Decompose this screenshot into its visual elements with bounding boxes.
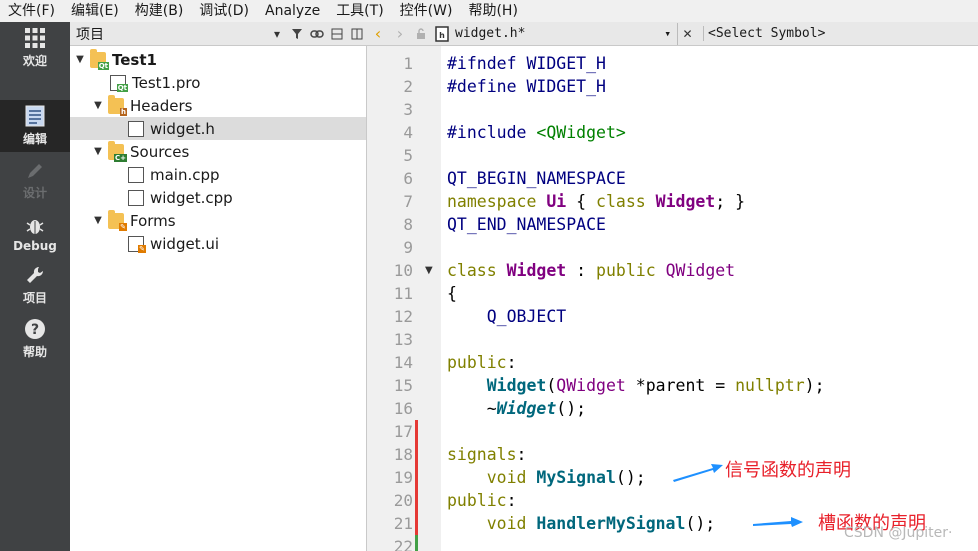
- filter-icon[interactable]: [287, 23, 307, 45]
- menu-build[interactable]: 构建(B): [127, 0, 192, 22]
- project-folder-icon: Qt: [90, 48, 109, 70]
- watermark: CSDN @Jupiter·: [844, 525, 953, 541]
- project-panel-toolbar: 项目 ▾: [70, 22, 367, 46]
- dropdown-icon[interactable]: ▾: [664, 27, 671, 40]
- menu-tools[interactable]: 工具(T): [328, 0, 391, 22]
- bug-icon: [26, 219, 44, 234]
- forward-arrow-icon[interactable]: ›: [389, 24, 411, 43]
- document-icon: [25, 105, 45, 127]
- dropdown-icon[interactable]: ▾: [267, 23, 287, 45]
- editor-toolbar: ‹ › h widget.h* ▾ ✕ <Select Symbol>: [367, 22, 978, 46]
- signal-annotation: 信号函数的声明: [725, 460, 851, 481]
- tree-item-headers[interactable]: ▼ h Headers: [70, 94, 366, 117]
- lock-icon: [411, 23, 431, 45]
- symbol-combo[interactable]: <Select Symbol>: [703, 26, 825, 41]
- wrench-icon: [27, 266, 44, 283]
- tree-item-label: main.cpp: [150, 165, 220, 184]
- mode-help[interactable]: ? 帮助: [0, 313, 70, 365]
- menu-debug[interactable]: 调试(D): [191, 0, 257, 22]
- tree-item-sources[interactable]: ▼ C+ Sources: [70, 140, 366, 163]
- mode-sidebar: 欢迎 编辑 设计 Debug 项目 ? 帮助: [0, 22, 70, 551]
- tree-item-forms[interactable]: ▼ ✎ Forms: [70, 209, 366, 232]
- sources-folder-icon: C+: [108, 140, 127, 162]
- svg-text:h: h: [439, 31, 445, 40]
- menu-controls[interactable]: 控件(W): [392, 0, 461, 22]
- menu-edit[interactable]: 编辑(E): [63, 0, 127, 22]
- mode-projects[interactable]: 项目: [0, 260, 70, 312]
- tree-item-label: Headers: [130, 96, 193, 115]
- tree-item-widget-h[interactable]: widget.h: [70, 117, 366, 140]
- split-icon[interactable]: [327, 23, 347, 45]
- tree-item-pro-file[interactable]: Qt Test1.pro: [70, 71, 366, 94]
- project-panel-title[interactable]: 项目: [76, 24, 267, 44]
- grid-icon: [25, 28, 45, 48]
- pencil-icon: [28, 164, 42, 178]
- chevron-down-icon[interactable]: ▼: [74, 54, 86, 65]
- tree-item-label: Sources: [130, 142, 190, 161]
- help-icon: ?: [25, 319, 45, 339]
- mode-design[interactable]: 设计: [0, 155, 70, 207]
- form-file-icon: ✎: [128, 235, 146, 253]
- slot-arrow: [753, 517, 803, 527]
- mode-edit[interactable]: 编辑: [0, 100, 70, 152]
- open-file-name: widget.h*: [455, 26, 526, 41]
- annotation-arrows: [673, 464, 803, 527]
- tree-item-label: Forms: [130, 211, 176, 230]
- mode-label: 编辑: [22, 132, 47, 146]
- close-panel-icon[interactable]: [347, 23, 367, 45]
- close-file-icon[interactable]: ✕: [677, 22, 697, 45]
- tree-item-main-cpp[interactable]: main.cpp: [70, 163, 366, 186]
- tree-item-label: Test1.pro: [132, 73, 201, 92]
- project-tree: ▼ Qt Test1 Qt Test1.pro ▼ h Headers widg…: [70, 46, 367, 551]
- header-file-icon: h: [435, 25, 449, 42]
- chevron-down-icon[interactable]: ▼: [92, 215, 104, 226]
- mode-welcome[interactable]: 欢迎: [0, 22, 70, 74]
- tree-item-label: widget.ui: [150, 234, 220, 253]
- signal-arrow: [673, 464, 723, 482]
- link-icon[interactable]: [307, 23, 327, 45]
- menu-file[interactable]: 文件(F): [0, 0, 63, 22]
- mode-label: 项目: [22, 291, 47, 305]
- header-file-icon: [128, 120, 144, 137]
- mode-label: 帮助: [22, 345, 47, 359]
- mode-label: Debug: [13, 238, 57, 253]
- tree-item-label: Test1: [112, 50, 157, 69]
- back-arrow-icon[interactable]: ‹: [367, 24, 389, 43]
- mode-label: 欢迎: [22, 54, 47, 68]
- source-file-icon: [128, 166, 144, 183]
- svg-text:?: ?: [31, 322, 39, 338]
- tree-item-label: widget.cpp: [150, 188, 233, 207]
- tree-item-widget-cpp[interactable]: widget.cpp: [70, 186, 366, 209]
- chevron-down-icon[interactable]: ▼: [92, 100, 104, 111]
- source-file-icon: [128, 189, 144, 206]
- open-file-combo[interactable]: h widget.h* ▾: [431, 23, 671, 45]
- menu-help[interactable]: 帮助(H): [460, 0, 525, 22]
- tree-item-widget-ui[interactable]: ✎ widget.ui: [70, 232, 366, 255]
- pro-file-icon: Qt: [110, 74, 128, 92]
- menu-analyze[interactable]: Analyze: [257, 0, 328, 22]
- chevron-down-icon[interactable]: ▼: [92, 146, 104, 157]
- mode-label: 设计: [22, 186, 47, 200]
- menu-bar: 文件(F) 编辑(E) 构建(B) 调试(D) Analyze 工具(T) 控件…: [0, 0, 978, 22]
- mode-debug[interactable]: Debug: [0, 208, 70, 260]
- tree-item-label: widget.h: [150, 119, 215, 138]
- tree-item-project[interactable]: ▼ Qt Test1: [70, 48, 366, 71]
- forms-folder-icon: ✎: [108, 209, 127, 231]
- code-editor[interactable]: 1 2 3 4 5 6 7 8 9 10 ▼ 11 12 13 14 15 16 17 18 19 20 21 22 #if…: [367, 46, 978, 551]
- headers-folder-icon: h: [108, 94, 127, 116]
